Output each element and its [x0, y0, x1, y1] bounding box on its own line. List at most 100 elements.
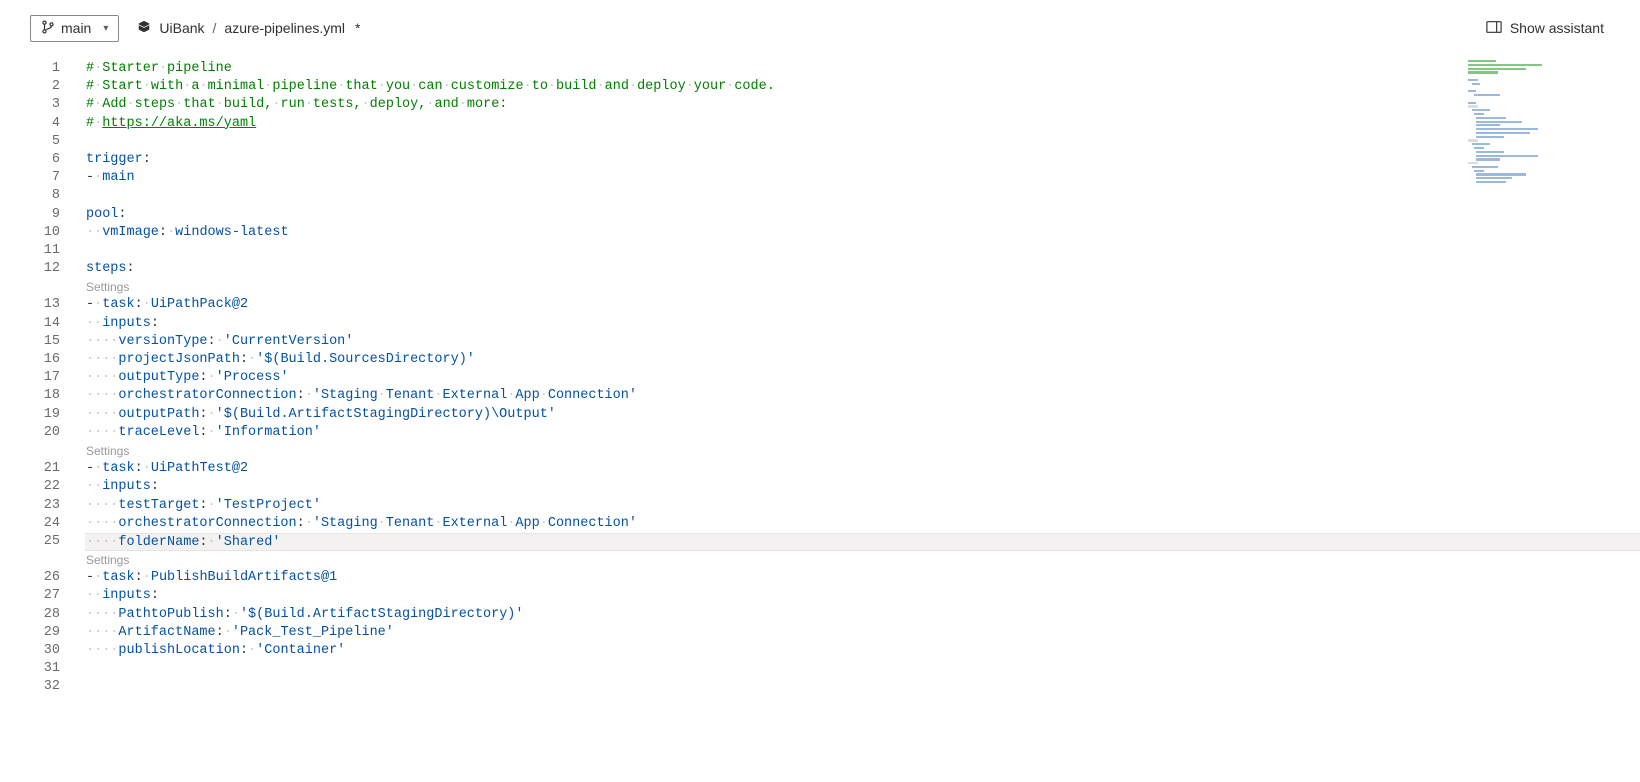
code-line[interactable]: ··inputs: — [86, 478, 1640, 496]
line-number: 8 — [30, 187, 70, 205]
minimap-line — [1468, 102, 1548, 105]
code-line[interactable] — [86, 678, 1640, 696]
line-number: 1 — [30, 60, 70, 78]
breadcrumb: UiBank / azure-pipelines.yml * — [137, 20, 360, 37]
breadcrumb-file[interactable]: azure-pipelines.yml — [224, 20, 345, 36]
line-number: 7 — [30, 169, 70, 187]
code-line[interactable]: -·main — [86, 169, 1640, 187]
minimap-line — [1468, 136, 1548, 139]
line-number: 24 — [30, 515, 70, 533]
minimap-line — [1468, 83, 1548, 86]
line-number — [30, 278, 70, 296]
minimap-line — [1468, 139, 1548, 142]
minimap-line — [1468, 64, 1548, 67]
code-line[interactable]: -·task:·PublishBuildArtifacts@1 — [86, 569, 1640, 587]
minimap-line — [1468, 128, 1548, 131]
code-line[interactable]: steps: — [86, 260, 1640, 278]
minimap-line — [1468, 155, 1548, 158]
code-line[interactable]: ··inputs: — [86, 587, 1640, 605]
line-number: 29 — [30, 624, 70, 642]
branch-selector[interactable]: main ▾ — [30, 15, 119, 42]
line-number — [30, 551, 70, 569]
code-line[interactable]: ····PathtoPublish:·'$(Build.ArtifactStag… — [86, 606, 1640, 624]
line-number: 3 — [30, 96, 70, 114]
line-number: 21 — [30, 460, 70, 478]
code-line[interactable]: ··vmImage:·windows-latest — [86, 224, 1640, 242]
minimap-line — [1468, 147, 1548, 150]
minimap-line — [1468, 158, 1548, 161]
show-assistant-button[interactable]: Show assistant — [1480, 16, 1610, 41]
minimap-line — [1468, 151, 1548, 154]
code-line[interactable]: ····folderName:·'Shared' — [85, 533, 1640, 551]
codelens-settings[interactable]: Settings — [86, 442, 1640, 460]
code-line[interactable]: ····testTarget:·'TestProject' — [86, 497, 1640, 515]
minimap-line — [1468, 173, 1548, 176]
line-number: 27 — [30, 587, 70, 605]
line-number: 25 — [30, 533, 70, 551]
line-number: 2 — [30, 78, 70, 96]
panel-icon — [1486, 20, 1502, 37]
code-line[interactable]: ····outputType:·'Process' — [86, 369, 1640, 387]
minimap-line — [1468, 143, 1548, 146]
show-assistant-label: Show assistant — [1510, 20, 1604, 36]
code-line[interactable]: ····orchestratorConnection:·'Staging·Ten… — [86, 387, 1640, 405]
minimap-line — [1468, 98, 1548, 101]
code-line[interactable]: ··inputs: — [86, 315, 1640, 333]
code-line[interactable]: #·https://aka.ms/yaml — [86, 115, 1640, 133]
code-line[interactable]: pool: — [86, 206, 1640, 224]
line-number: 32 — [30, 678, 70, 696]
code-content[interactable]: #·Starter·pipeline#·Start·with·a·minimal… — [86, 60, 1640, 697]
minimap-line — [1468, 75, 1548, 78]
line-number-gutter: 1234567891011121314151617181920212223242… — [30, 60, 70, 697]
line-number — [30, 442, 70, 460]
line-number: 30 — [30, 642, 70, 660]
minimap-line — [1468, 170, 1548, 173]
dirty-indicator: * — [355, 20, 360, 36]
breadcrumb-repo[interactable]: UiBank — [159, 20, 204, 36]
code-line[interactable]: #·Add·steps·that·build,·run·tests,·deplo… — [86, 96, 1640, 114]
code-line[interactable]: ····outputPath:·'$(Build.ArtifactStaging… — [86, 406, 1640, 424]
code-line[interactable]: -·task:·UiPathTest@2 — [86, 460, 1640, 478]
line-number: 20 — [30, 424, 70, 442]
code-line[interactable]: ····publishLocation:·'Container' — [86, 642, 1640, 660]
code-line[interactable]: trigger: — [86, 151, 1640, 169]
line-number: 23 — [30, 497, 70, 515]
code-line[interactable] — [86, 133, 1640, 151]
code-line[interactable]: ····versionType:·'CurrentVersion' — [86, 333, 1640, 351]
code-line[interactable]: #·Start·with·a·minimal·pipeline·that·you… — [86, 78, 1640, 96]
code-line[interactable] — [86, 187, 1640, 205]
minimap-line — [1468, 177, 1548, 180]
code-line[interactable] — [86, 242, 1640, 260]
line-number: 6 — [30, 151, 70, 169]
code-editor[interactable]: 1234567891011121314151617181920212223242… — [0, 48, 1640, 697]
line-number: 16 — [30, 351, 70, 369]
minimap-line — [1468, 132, 1548, 135]
minimap[interactable] — [1468, 60, 1548, 185]
branch-icon — [41, 20, 55, 37]
repo-icon — [137, 20, 151, 37]
code-line[interactable]: ····orchestratorConnection:·'Staging·Ten… — [86, 515, 1640, 533]
line-number: 28 — [30, 606, 70, 624]
minimap-line — [1468, 109, 1548, 112]
codelens-settings[interactable]: Settings — [86, 551, 1640, 569]
code-line[interactable]: #·Starter·pipeline — [86, 60, 1640, 78]
line-number: 19 — [30, 406, 70, 424]
minimap-line — [1468, 68, 1548, 71]
codelens-settings[interactable]: Settings — [86, 278, 1640, 296]
minimap-line — [1468, 162, 1548, 165]
line-number: 9 — [30, 206, 70, 224]
line-number: 14 — [30, 315, 70, 333]
code-line[interactable]: ····ArtifactName:·'Pack_Test_Pipeline' — [86, 624, 1640, 642]
breadcrumb-separator: / — [213, 20, 217, 36]
minimap-line — [1468, 71, 1548, 74]
code-line[interactable]: ····traceLevel:·'Information' — [86, 424, 1640, 442]
branch-label: main — [61, 20, 91, 36]
editor-toolbar: main ▾ UiBank / azure-pipelines.yml * Sh… — [0, 0, 1640, 48]
code-line[interactable]: ····projectJsonPath:·'$(Build.SourcesDir… — [86, 351, 1640, 369]
code-line[interactable] — [86, 660, 1640, 678]
code-line[interactable]: -·task:·UiPathPack@2 — [86, 296, 1640, 314]
minimap-line — [1468, 117, 1548, 120]
minimap-line — [1468, 121, 1548, 124]
minimap-line — [1468, 113, 1548, 116]
minimap-line — [1468, 79, 1548, 82]
